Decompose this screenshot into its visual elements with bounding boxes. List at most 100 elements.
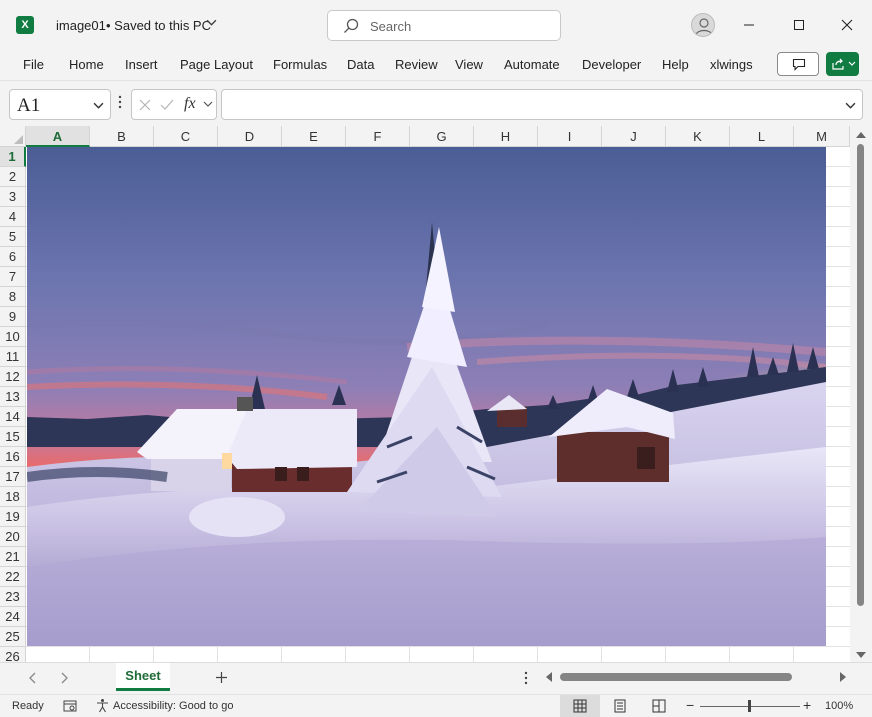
scroll-up-icon[interactable]: [856, 132, 866, 138]
column-header-j[interactable]: J: [602, 126, 666, 147]
scroll-left-icon[interactable]: [546, 672, 552, 682]
row-header-19[interactable]: 19: [0, 507, 26, 527]
zoom-out-button[interactable]: −: [686, 697, 694, 713]
column-header-c[interactable]: C: [154, 126, 218, 147]
insert-function-button[interactable]: fx: [184, 95, 196, 113]
more-options-icon[interactable]: [118, 95, 122, 109]
winter-landscape-picture[interactable]: [27, 147, 826, 646]
row-header-3[interactable]: 3: [0, 187, 26, 207]
row-header-8[interactable]: 8: [0, 287, 26, 307]
chevron-left-icon[interactable]: [28, 672, 36, 684]
workbook-statistics-icon[interactable]: [63, 699, 77, 713]
row-header-22[interactable]: 22: [0, 567, 26, 587]
zoom-slider-thumb[interactable]: [748, 700, 751, 712]
row-header-7[interactable]: 7: [0, 267, 26, 287]
accessibility-status[interactable]: Accessibility: Good to go: [113, 700, 233, 712]
ribbon-menu: File Home Insert Page Layout Formulas Da…: [0, 50, 872, 80]
column-header-g[interactable]: G: [410, 126, 474, 147]
row-header-26[interactable]: 26: [0, 647, 26, 662]
more-options-icon[interactable]: [524, 671, 528, 685]
menu-automate[interactable]: Automate: [504, 57, 560, 72]
zoom-in-button[interactable]: +: [803, 697, 811, 713]
search-placeholder: Search: [370, 19, 412, 34]
close-button[interactable]: [832, 10, 862, 40]
maximize-button[interactable]: [784, 10, 814, 40]
row-header-9[interactable]: 9: [0, 307, 26, 327]
row-header-12[interactable]: 12: [0, 367, 26, 387]
row-header-13[interactable]: 13: [0, 387, 26, 407]
formula-input[interactable]: [221, 89, 863, 120]
menu-insert[interactable]: Insert: [125, 57, 158, 72]
comments-button[interactable]: [777, 52, 819, 76]
menu-developer[interactable]: Developer: [582, 57, 641, 72]
normal-view-button[interactable]: [560, 695, 600, 717]
row-header-2[interactable]: 2: [0, 167, 26, 187]
row-header-17[interactable]: 17: [0, 467, 26, 487]
column-header-h[interactable]: H: [474, 126, 538, 147]
scroll-right-icon[interactable]: [840, 672, 846, 682]
menu-file[interactable]: File: [23, 57, 44, 72]
row-header-6[interactable]: 6: [0, 247, 26, 267]
column-header-l[interactable]: L: [730, 126, 794, 147]
column-header-k[interactable]: K: [666, 126, 730, 147]
vertical-scroll-thumb[interactable]: [857, 144, 864, 606]
column-header-a[interactable]: A: [26, 126, 90, 147]
row-header-5[interactable]: 5: [0, 227, 26, 247]
row-header-1[interactable]: 1: [0, 147, 26, 167]
formula-actions: fx: [131, 89, 217, 120]
row-header-10[interactable]: 10: [0, 327, 26, 347]
menu-help[interactable]: Help: [662, 57, 689, 72]
column-header-i[interactable]: I: [538, 126, 602, 147]
column-header-d[interactable]: D: [218, 126, 282, 147]
cancel-icon[interactable]: [139, 99, 151, 111]
row-header-4[interactable]: 4: [0, 207, 26, 227]
name-box[interactable]: A1: [9, 89, 111, 120]
row-header-14[interactable]: 14: [0, 407, 26, 427]
row-header-24[interactable]: 24: [0, 607, 26, 627]
chevron-down-icon[interactable]: [206, 17, 217, 31]
chevron-down-icon[interactable]: [93, 100, 104, 111]
excel-logo-icon: X: [16, 16, 37, 34]
spreadsheet-grid: ABCDEFGHIJKLM 1 2 3 4 5 6 7 8 9 10 11 12 13 14 15 16 17 1…: [0, 126, 872, 662]
minimize-button[interactable]: [734, 10, 764, 40]
sheet-tab-sheet[interactable]: Sheet: [116, 663, 170, 691]
zoom-level[interactable]: 100%: [825, 700, 853, 712]
select-all-button[interactable]: [0, 126, 26, 147]
column-header-b[interactable]: B: [90, 126, 154, 147]
chevron-down-icon[interactable]: [203, 101, 213, 109]
page-break-view-icon[interactable]: [652, 699, 666, 713]
enter-check-icon[interactable]: [160, 99, 174, 111]
page-layout-view-icon[interactable]: [613, 699, 627, 713]
horizontal-scrollbar[interactable]: [540, 669, 852, 685]
menu-xlwings[interactable]: xlwings: [710, 57, 753, 72]
horizontal-scroll-thumb[interactable]: [560, 673, 792, 681]
row-header-18[interactable]: 18: [0, 487, 26, 507]
share-button[interactable]: [826, 52, 859, 76]
menu-formulas[interactable]: Formulas: [273, 57, 327, 72]
scroll-down-icon[interactable]: [856, 652, 866, 658]
column-header-m[interactable]: M: [794, 126, 850, 147]
column-header-f[interactable]: F: [346, 126, 410, 147]
row-header-23[interactable]: 23: [0, 587, 26, 607]
menu-home[interactable]: Home: [69, 57, 104, 72]
menu-data[interactable]: Data: [347, 57, 374, 72]
menu-review[interactable]: Review: [395, 57, 438, 72]
row-header-20[interactable]: 20: [0, 527, 26, 547]
accessibility-icon[interactable]: [95, 698, 110, 713]
row-header-15[interactable]: 15: [0, 427, 26, 447]
user-avatar-icon[interactable]: [691, 13, 715, 37]
chevron-right-icon[interactable]: [61, 672, 69, 684]
add-sheet-icon[interactable]: [215, 671, 228, 684]
save-status[interactable]: • Saved to this PC: [106, 18, 211, 33]
menu-page-layout[interactable]: Page Layout: [180, 57, 253, 72]
row-header-25[interactable]: 25: [0, 627, 26, 647]
menu-view[interactable]: View: [455, 57, 483, 72]
search-box[interactable]: Search: [327, 10, 561, 41]
row-header-11[interactable]: 11: [0, 347, 26, 367]
expand-formula-icon[interactable]: [845, 100, 856, 111]
vertical-scrollbar[interactable]: [850, 126, 872, 662]
column-header-e[interactable]: E: [282, 126, 346, 147]
row-header-21[interactable]: 21: [0, 547, 26, 567]
row-header-16[interactable]: 16: [0, 447, 26, 467]
document-title[interactable]: image01: [56, 18, 106, 33]
